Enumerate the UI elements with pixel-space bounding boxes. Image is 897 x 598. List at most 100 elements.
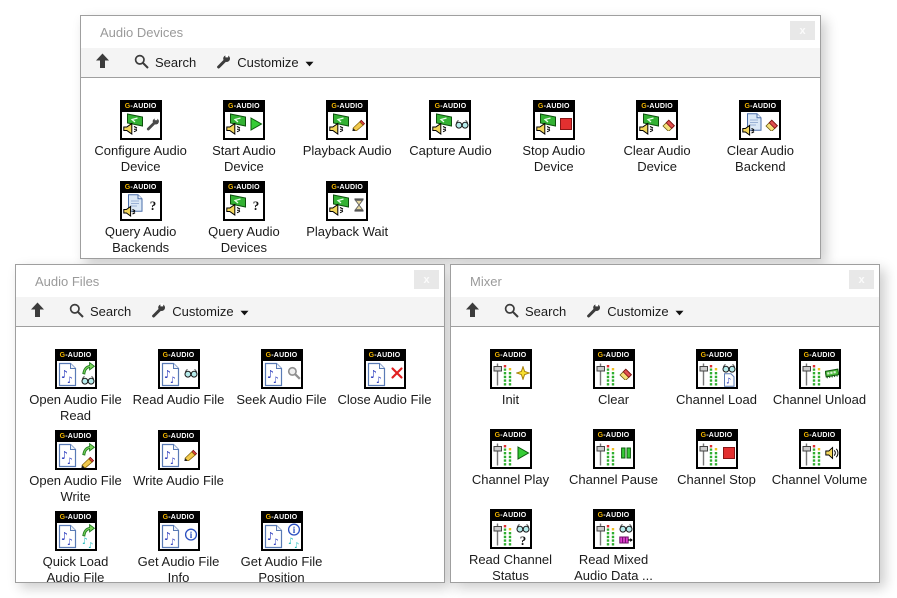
close-button[interactable]: x xyxy=(849,270,874,289)
up-button[interactable] xyxy=(91,53,114,72)
palette-item-stop-audio-device[interactable]: G-AUDIOStop Audio Device xyxy=(502,100,605,174)
pencil-icon xyxy=(184,447,198,461)
palette-item-playback-audio[interactable]: G-AUDIOPlayback Audio xyxy=(296,100,399,174)
wrench-icon xyxy=(586,303,601,321)
vi-icon: G-AUDIO xyxy=(739,100,781,140)
palette-item-channel-play[interactable]: G-AUDIOChannel Play xyxy=(459,429,562,502)
item-label: Read Channel Status xyxy=(461,552,561,583)
magnifier-icon xyxy=(287,366,301,380)
vi-icon: G-AUDIO xyxy=(593,349,635,389)
search-button[interactable]: Search xyxy=(69,303,131,321)
g-audio-banner: G-AUDIO xyxy=(160,351,198,361)
stop-icon xyxy=(559,117,573,131)
svg-text:♪: ♪ xyxy=(88,541,93,549)
close-icon xyxy=(390,366,404,380)
svg-text:♪: ♪ xyxy=(170,376,176,386)
palette-item-channel-load[interactable]: G-AUDIO♪Channel Load xyxy=(665,349,768,422)
palette-item-channel-volume[interactable]: G-AUDIOChannel Volume xyxy=(768,429,871,502)
item-label: Channel Load xyxy=(676,392,757,408)
title-bar[interactable]: Mixer x xyxy=(451,265,879,297)
window-title: Audio Devices xyxy=(100,25,183,40)
palette-item-query-audio-backends[interactable]: G-AUDIO?Query Audio Backends xyxy=(89,181,192,255)
up-button[interactable] xyxy=(461,302,484,321)
palette-toolbar: Search Customize xyxy=(81,48,820,78)
palette-item-clear-audio-device[interactable]: G-AUDIOClear Audio Device xyxy=(605,100,708,174)
question-icon: ? xyxy=(249,198,263,212)
palette-item-write-audio-file[interactable]: G-AUDIO♪♪Write Audio File xyxy=(127,430,230,504)
play-icon xyxy=(249,117,263,131)
customize-label: Customize xyxy=(172,304,233,319)
palette-item-close-audio-file[interactable]: G-AUDIO♪♪Close Audio File xyxy=(333,349,436,423)
palette-row: G-AUDIOConfigure Audio DeviceG-AUDIOStar… xyxy=(89,100,812,174)
close-button[interactable]: x xyxy=(790,21,815,40)
palette-item-playback-wait[interactable]: G-AUDIOPlayback Wait xyxy=(296,181,399,255)
palette-item-open-audio-file-write[interactable]: G-AUDIO♪♪Open Audio File Write xyxy=(24,430,127,504)
palette-window-mixer: Mixer x Search Customize G-AUDIOInitG-AU… xyxy=(450,264,880,583)
notes-icon: ♪♪ xyxy=(81,535,95,549)
stop-icon xyxy=(722,446,736,460)
palette-item-clear[interactable]: G-AUDIOClear xyxy=(562,349,665,422)
palette-item-capture-audio[interactable]: G-AUDIOCapture Audio xyxy=(399,100,502,174)
pencil-icon xyxy=(81,454,95,468)
palette-item-read-mixed-audio-data[interactable]: G-AUDIORead Mixed Audio Data ... xyxy=(562,509,665,583)
item-label: Close Audio File xyxy=(338,392,432,408)
palette-item-read-audio-file[interactable]: G-AUDIO♪♪Read Audio File xyxy=(127,349,230,423)
item-label: Configure Audio Device xyxy=(91,143,191,174)
palette-items-area: G-AUDIO♪♪Open Audio File ReadG-AUDIO♪♪Re… xyxy=(16,327,444,586)
palette-item-channel-unload[interactable]: G-AUDIOChannel Unload xyxy=(768,349,871,422)
vi-icon: G-AUDIO xyxy=(593,509,635,549)
g-audio-banner: G-AUDIO xyxy=(492,511,530,521)
window-title: Audio Files xyxy=(35,274,99,289)
item-label: Open Audio File Read xyxy=(26,392,126,423)
palette-item-configure-audio-device[interactable]: G-AUDIOConfigure Audio Device xyxy=(89,100,192,174)
g-audio-banner: G-AUDIO xyxy=(698,431,736,441)
palette-item-open-audio-file-read[interactable]: G-AUDIO♪♪Open Audio File Read xyxy=(24,349,127,423)
svg-text:♪: ♪ xyxy=(170,457,176,467)
pencil-icon xyxy=(352,117,366,131)
search-button[interactable]: Search xyxy=(504,303,566,321)
item-label: Query Audio Backends xyxy=(91,224,191,255)
g-audio-banner: G-AUDIO xyxy=(595,511,633,521)
vi-icon: G-AUDIO♪♪♪♪ xyxy=(55,511,97,551)
pause-icon xyxy=(619,446,633,460)
item-label: Stop Audio Device xyxy=(504,143,604,174)
svg-text:♪: ♪ xyxy=(67,457,73,467)
title-bar[interactable]: Audio Devices x xyxy=(81,16,820,48)
close-button[interactable]: x xyxy=(414,270,439,289)
palette-toolbar: Search Customize xyxy=(451,297,879,327)
palette-item-init[interactable]: G-AUDIOInit xyxy=(459,349,562,422)
svg-text:♪: ♪ xyxy=(273,538,279,548)
g-audio-banner: G-AUDIO xyxy=(492,431,530,441)
palette-item-channel-pause[interactable]: G-AUDIOChannel Pause xyxy=(562,429,665,502)
palette-row: G-AUDIO♪♪Open Audio File ReadG-AUDIO♪♪Re… xyxy=(24,349,436,423)
palette-item-read-channel-status[interactable]: G-AUDIO? Read Channel Status xyxy=(459,509,562,583)
customize-button[interactable]: Customize xyxy=(216,54,313,72)
customize-button[interactable]: Customize xyxy=(586,303,683,321)
palette-item-get-audio-file-position[interactable]: G-AUDIO♪♪i♪♪Get Audio File Position xyxy=(230,511,333,585)
palette-item-seek-audio-file[interactable]: G-AUDIO♪♪Seek Audio File xyxy=(230,349,333,423)
palette-item-quick-load-audio-file[interactable]: G-AUDIO♪♪♪♪Quick Load Audio File xyxy=(24,511,127,585)
g-audio-banner: G-AUDIO xyxy=(366,351,404,361)
svg-text:♪: ♪ xyxy=(288,537,294,547)
vi-icon: G-AUDIO xyxy=(636,100,678,140)
palette-item-start-audio-device[interactable]: G-AUDIOStart Audio Device xyxy=(192,100,295,174)
question-icon: ? xyxy=(516,533,530,547)
title-bar[interactable]: Audio Files x xyxy=(16,265,444,297)
up-button[interactable] xyxy=(26,302,49,321)
svg-text:♪: ♪ xyxy=(67,376,73,386)
item-label: Start Audio Device xyxy=(194,143,294,174)
dropdown-arrow-icon xyxy=(305,55,314,70)
g-audio-banner: G-AUDIO xyxy=(225,183,263,193)
palette-item-clear-audio-backend[interactable]: G-AUDIOClear Audio Backend xyxy=(709,100,812,174)
glasses-icon xyxy=(81,373,95,387)
customize-button[interactable]: Customize xyxy=(151,303,248,321)
search-button[interactable]: Search xyxy=(134,54,196,72)
g-audio-banner: G-AUDIO xyxy=(160,432,198,442)
item-label: Get Audio File Position xyxy=(232,554,332,585)
palette-item-query-audio-devices[interactable]: G-AUDIO?Query Audio Devices xyxy=(192,181,295,255)
vi-icon: G-AUDIO♪♪ xyxy=(158,349,200,389)
palette-item-get-audio-file-info[interactable]: G-AUDIO♪♪iGet Audio File Info xyxy=(127,511,230,585)
vi-icon: G-AUDIO xyxy=(490,429,532,469)
palette-item-channel-stop[interactable]: G-AUDIOChannel Stop xyxy=(665,429,768,502)
search-label: Search xyxy=(90,304,131,319)
